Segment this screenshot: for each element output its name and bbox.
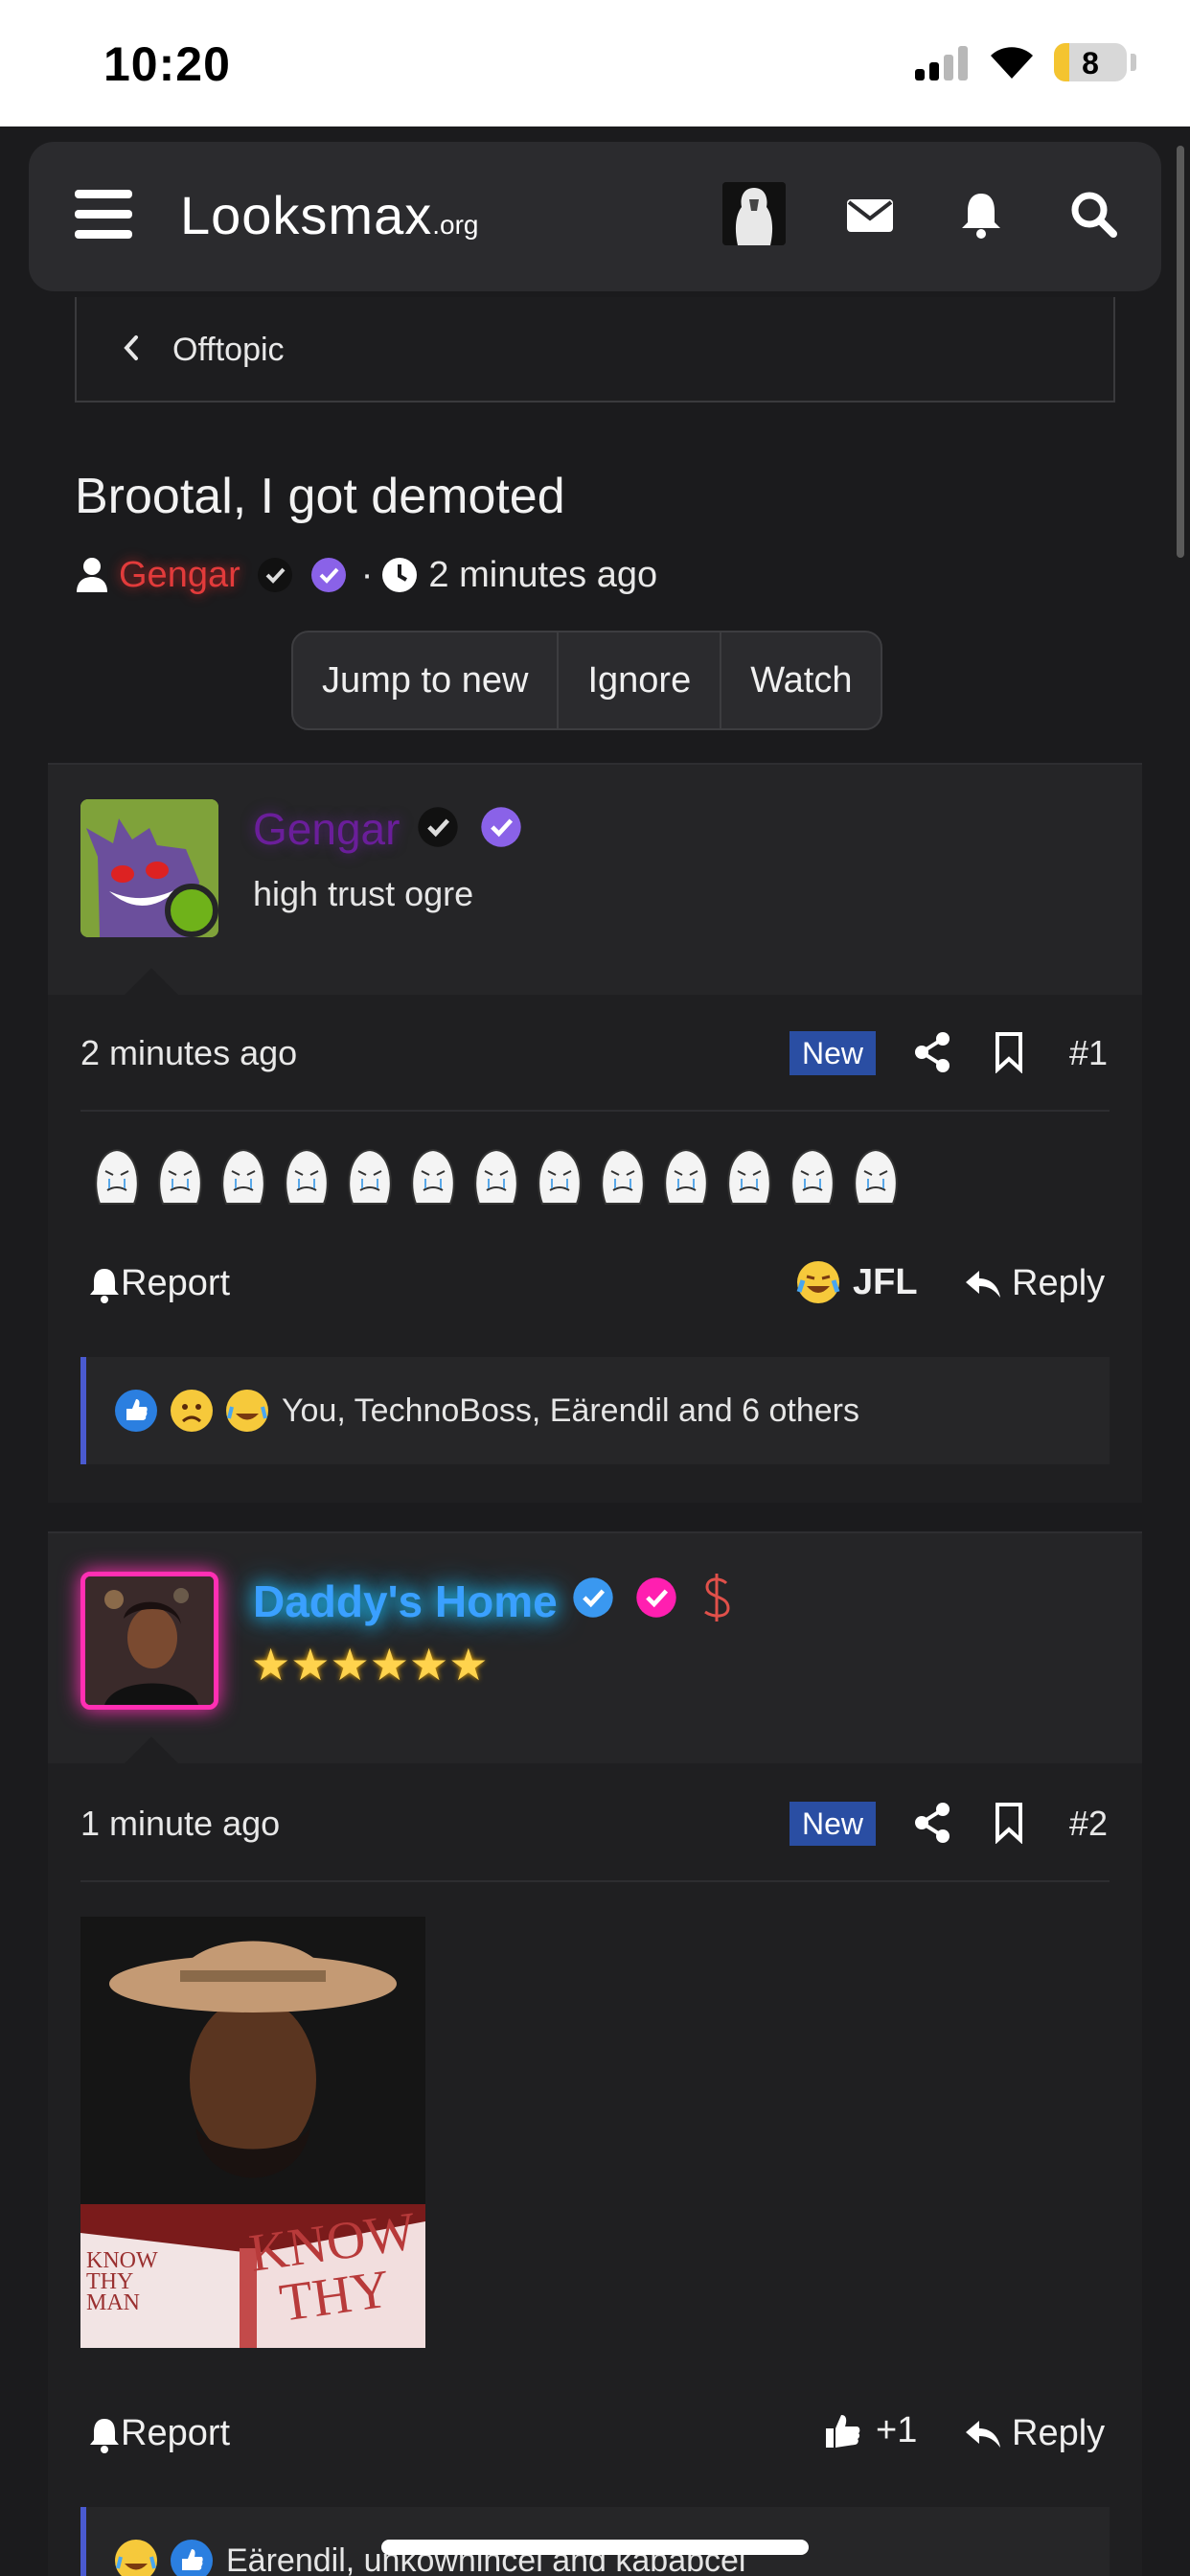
wojak-emoji-icon [538, 1148, 582, 1205]
bell-icon[interactable] [952, 186, 1010, 243]
reactions-text: You, TechnoBoss, Eärendil and 6 others [282, 1392, 859, 1429]
wojak-emoji-icon [221, 1148, 265, 1205]
dollar-icon [704, 1574, 730, 1622]
bell-icon [90, 2418, 119, 2453]
like-button[interactable]: +1 [822, 2409, 917, 2451]
verified-badge-icon [256, 556, 294, 594]
wojak-emoji-icon [411, 1148, 455, 1205]
thread-actions: Jump to new Ignore Watch [291, 631, 883, 730]
user-avatar[interactable] [722, 182, 786, 245]
wojak-emoji-icon [854, 1148, 898, 1205]
wifi-icon [991, 47, 1033, 79]
wojak-emoji-icon [95, 1148, 139, 1205]
report-button[interactable]: Report [88, 1263, 230, 1304]
crying-laughing-emoji-icon [115, 2540, 157, 2576]
thread-author[interactable]: Gengar [119, 555, 240, 596]
bookmark-icon[interactable] [993, 1802, 1025, 1844]
post-number[interactable]: #2 [1069, 1804, 1108, 1844]
signal-icon [915, 46, 969, 80]
wojak-emoji-icon [664, 1148, 708, 1205]
wojak-emoji-icon [601, 1148, 645, 1205]
new-badge: New [790, 1031, 876, 1075]
breadcrumb-label: Offtopic [172, 332, 285, 368]
user-icon [77, 558, 107, 592]
wojak-emoji-icon [727, 1148, 771, 1205]
post-number[interactable]: #1 [1069, 1033, 1108, 1073]
reply-icon [966, 1270, 1000, 1298]
new-badge: New [790, 1802, 876, 1846]
scrollbar[interactable] [1177, 146, 1184, 558]
wojak-emoji-icon [285, 1148, 329, 1205]
search-icon[interactable] [1065, 186, 1123, 243]
sad-emoji-icon [171, 1390, 213, 1432]
blue-check-badge-icon [571, 1576, 615, 1620]
user-title: high trust ogre [253, 874, 474, 913]
report-button[interactable]: Report [88, 2413, 230, 2454]
reaction-button[interactable]: JFL [795, 1259, 918, 1305]
status-bar: 10:20 8 [0, 0, 1190, 126]
purple-check-badge-icon [309, 556, 348, 594]
menu-icon[interactable] [75, 190, 132, 240]
crying-laughing-emoji-icon [226, 1390, 268, 1432]
site-logo[interactable]: Looksmax.org [180, 184, 478, 246]
jump-to-new-button[interactable]: Jump to new [293, 632, 557, 728]
crying-laughing-emoji-icon [796, 1261, 840, 1303]
post-time[interactable]: 1 minute ago [80, 1804, 280, 1844]
post-2-header: Daddy's Home ★★★★★★ [48, 1531, 1142, 1763]
clock-icon [382, 558, 418, 592]
reply-button[interactable]: Reply [964, 2413, 1105, 2454]
status-time: 10:20 [103, 37, 231, 91]
like-emoji-icon [115, 1390, 157, 1432]
avatar[interactable] [80, 1572, 218, 1710]
bell-icon [90, 1268, 119, 1303]
share-icon[interactable] [912, 1802, 952, 1844]
thread-time: 2 minutes ago [428, 554, 658, 595]
post-username[interactable]: Daddy's Home [253, 1576, 558, 1627]
thumbs-up-icon [826, 2415, 860, 2448]
reply-icon [966, 2420, 1000, 2448]
wojak-emoji-icon [790, 1148, 835, 1205]
ignore-button[interactable]: Ignore [557, 632, 720, 728]
watch-button[interactable]: Watch [720, 632, 881, 728]
pink-check-badge-icon [634, 1576, 678, 1620]
post-time[interactable]: 2 minutes ago [80, 1033, 297, 1073]
post-1-content [90, 1146, 912, 1208]
battery-icon: 8 [1054, 43, 1127, 81]
bookmark-icon[interactable] [993, 1031, 1025, 1073]
breadcrumb[interactable]: Offtopic [75, 297, 1115, 402]
reactions-summary[interactable]: You, TechnoBoss, Eärendil and 6 others [80, 1357, 1110, 1464]
chevron-left-icon [124, 335, 138, 360]
verified-badge-icon [416, 805, 460, 849]
wojak-emoji-icon [474, 1148, 518, 1205]
book-spine-text: KNOW THY MAN [86, 2248, 158, 2315]
thread-meta: Gengar · 2 minutes ago [75, 548, 657, 602]
star-rating: ★★★★★★ [251, 1640, 489, 1690]
wojak-emoji-icon [348, 1148, 392, 1205]
share-icon[interactable] [912, 1031, 952, 1073]
purple-check-badge-icon [479, 805, 523, 849]
post-username[interactable]: Gengar [253, 803, 400, 855]
thread-title: Brootal, I got demoted [75, 469, 565, 524]
like-emoji-icon [171, 2540, 213, 2576]
online-indicator [165, 884, 218, 937]
mail-icon[interactable] [841, 186, 899, 243]
top-navigation: Looksmax.org [29, 142, 1161, 291]
post-1-header: Gengar high trust ogre [48, 763, 1142, 995]
home-indicator[interactable] [381, 2540, 809, 2555]
post-image[interactable]: KNOW THY KNOW THY MAN [80, 1917, 425, 2348]
wojak-emoji-icon [158, 1148, 202, 1205]
battery-level: 8 [1082, 46, 1099, 80]
reply-button[interactable]: Reply [964, 1263, 1105, 1304]
